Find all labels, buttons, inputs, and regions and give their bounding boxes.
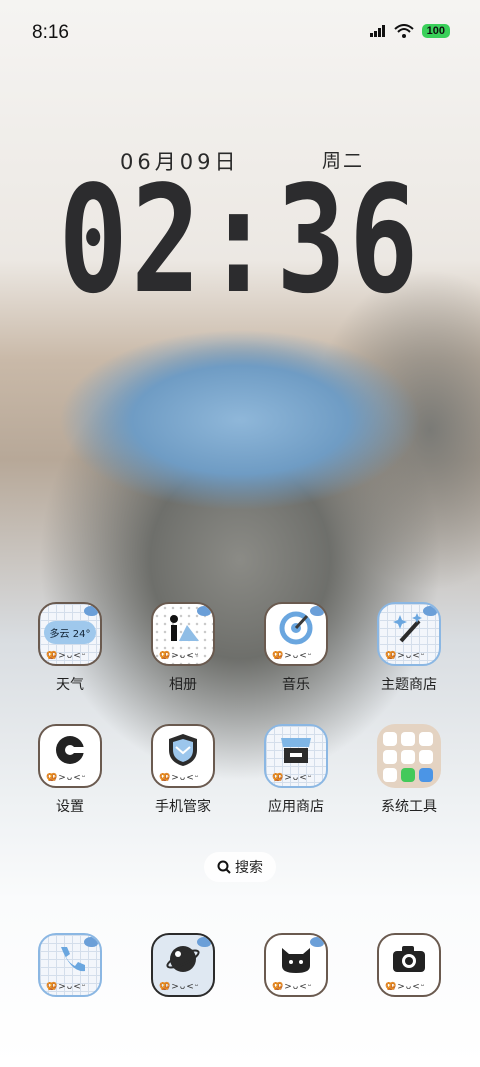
cat-icon: 🥨>ᴗ<ᵕ	[264, 933, 328, 997]
app-music[interactable]: 🥨>ᴗ<ᵕ 音乐	[256, 602, 336, 694]
search-icon	[217, 860, 231, 874]
mini-app-icon	[401, 750, 415, 764]
icon-strip: 🥨>ᴗ<ᵕ	[385, 982, 426, 992]
mini-app-icon	[419, 732, 433, 746]
app-phone-manager[interactable]: 🥨>ᴗ<ᵕ 手机管家	[143, 724, 223, 816]
icon-strip: 🥨>ᴗ<ᵕ	[159, 982, 200, 992]
settings-icon: 🥨>ᴗ<ᵕ	[38, 724, 102, 788]
signal-icon	[369, 25, 385, 37]
gallery-icon: 🥨>ᴗ<ᵕ	[151, 602, 215, 666]
dock-cat-app[interactable]: 🥨>ᴗ<ᵕ	[256, 933, 336, 997]
phone-icon: 🥨>ᴗ<ᵕ	[38, 933, 102, 997]
dock-camera[interactable]: 🥨>ᴗ<ᵕ	[369, 933, 449, 997]
weather-icon: 多云 24° 🥨>ᴗ<ᵕ	[38, 602, 102, 666]
clock-time[interactable]: 02:36	[53, 166, 427, 314]
phone-manager-icon: 🥨>ᴗ<ᵕ	[151, 724, 215, 788]
app-label: 系统工具	[381, 799, 437, 815]
system-tools-folder-icon	[377, 724, 441, 788]
search-label: 搜索	[235, 860, 263, 876]
music-icon: 🥨>ᴗ<ᵕ	[264, 602, 328, 666]
icon-strip: 🥨>ᴗ<ᵕ	[46, 651, 87, 661]
app-label: 手机管家	[155, 799, 211, 815]
app-system-tools-folder[interactable]: 系统工具	[369, 724, 449, 816]
icon-strip: 🥨>ᴗ<ᵕ	[46, 773, 87, 783]
app-label: 天气	[56, 677, 84, 693]
mini-app-icon	[401, 732, 415, 746]
icon-strip: 🥨>ᴗ<ᵕ	[272, 651, 313, 661]
status-bar: 8:16 100	[0, 0, 480, 64]
app-label: 相册	[169, 677, 197, 693]
app-label: 主题商店	[381, 677, 437, 693]
app-settings[interactable]: 🥨>ᴗ<ᵕ 设置	[30, 724, 110, 816]
weather-detail: 多云 24°	[43, 620, 97, 644]
wifi-icon	[393, 24, 414, 38]
mini-app-icon	[383, 768, 397, 782]
mini-app-icon	[401, 768, 415, 782]
mini-app-icon	[383, 750, 397, 764]
icon-strip: 🥨>ᴗ<ᵕ	[159, 651, 200, 661]
browser-icon: 🥨>ᴗ<ᵕ	[151, 933, 215, 997]
search-button[interactable]: 搜索	[204, 852, 276, 882]
app-app-store[interactable]: 🥨>ᴗ<ᵕ 应用商店	[256, 724, 336, 816]
dock-phone[interactable]: 🥨>ᴗ<ᵕ	[30, 933, 110, 997]
theme-store-icon: 🥨>ᴗ<ᵕ	[377, 602, 441, 666]
icon-strip: 🥨>ᴗ<ᵕ	[46, 982, 87, 992]
app-weather[interactable]: 多云 24° 🥨>ᴗ<ᵕ 天气	[30, 602, 110, 694]
icon-strip: 🥨>ᴗ<ᵕ	[159, 773, 200, 783]
app-gallery[interactable]: 🥨>ᴗ<ᵕ 相册	[143, 602, 223, 694]
camera-icon: 🥨>ᴗ<ᵕ	[377, 933, 441, 997]
app-label: 应用商店	[268, 799, 324, 815]
icon-strip: 🥨>ᴗ<ᵕ	[385, 651, 426, 661]
app-label: 设置	[56, 799, 84, 815]
app-label: 音乐	[282, 677, 310, 693]
mini-app-icon	[419, 750, 433, 764]
status-time: 8:16	[32, 22, 69, 43]
dock-browser[interactable]: 🥨>ᴗ<ᵕ	[143, 933, 223, 997]
mini-app-icon	[383, 732, 397, 746]
icon-strip: 🥨>ᴗ<ᵕ	[272, 982, 313, 992]
app-store-icon: 🥨>ᴗ<ᵕ	[264, 724, 328, 788]
status-icons: 100	[369, 24, 450, 38]
app-theme-store[interactable]: 🥨>ᴗ<ᵕ 主题商店	[369, 602, 449, 694]
icon-strip: 🥨>ᴗ<ᵕ	[272, 773, 313, 783]
mini-app-icon	[419, 768, 433, 782]
battery-indicator: 100	[421, 24, 450, 38]
